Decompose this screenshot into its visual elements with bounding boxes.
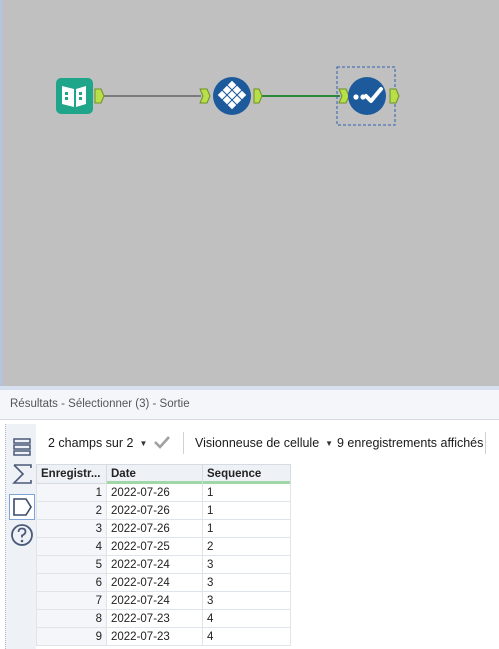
input-data-tool[interactable] xyxy=(56,78,105,114)
table-row[interactable]: 2 2022-07-26 1 xyxy=(36,501,291,520)
output-anchor[interactable] xyxy=(389,88,400,104)
record-number: 3 xyxy=(36,519,107,538)
record-number: 8 xyxy=(36,609,107,628)
select-tool[interactable] xyxy=(336,66,400,126)
date-cell[interactable]: 2022-07-26 xyxy=(106,519,203,538)
date-cell[interactable]: 2022-07-23 xyxy=(106,609,203,628)
multi-row-formula-tool[interactable] xyxy=(199,77,263,115)
date-cell[interactable]: 2022-07-26 xyxy=(106,501,203,520)
sequence-cell[interactable]: 3 xyxy=(202,555,291,574)
fields-selector[interactable]: 2 champs sur 2 ▼ xyxy=(48,436,147,450)
workflow-diagram xyxy=(56,66,400,126)
toolbar-divider xyxy=(183,432,184,454)
record-number: 7 xyxy=(36,591,107,610)
chevron-down-icon: ▼ xyxy=(139,439,148,449)
input-anchor[interactable] xyxy=(338,88,350,104)
results-toolbar: 2 champs sur 2 ▼ Visionneuse de cellule ▼ … xyxy=(36,428,499,458)
column-header-sequence[interactable]: Sequence xyxy=(202,464,291,485)
column-header-record[interactable]: Enregistr... xyxy=(36,464,107,484)
results-table: Enregistr... Date Sequence 1 2022-07-26 1 … xyxy=(36,464,291,646)
column-header-date[interactable]: Date xyxy=(106,464,203,485)
viewer-label: Visionneuse de cellule xyxy=(195,436,320,450)
table-header-row: Enregistr... Date Sequence xyxy=(36,464,291,485)
input-anchor[interactable] xyxy=(199,88,211,104)
output-anchor[interactable] xyxy=(253,88,263,104)
sequence-cell[interactable]: 2 xyxy=(202,537,291,556)
output-anchor[interactable] xyxy=(94,88,105,104)
date-cell[interactable]: 2022-07-23 xyxy=(106,627,203,646)
table-row[interactable]: 6 2022-07-24 3 xyxy=(36,573,291,592)
workflow-canvas[interactable] xyxy=(0,0,499,386)
sequence-cell[interactable]: 4 xyxy=(202,609,291,628)
date-cell[interactable]: 2022-07-26 xyxy=(106,483,203,502)
record-number: 2 xyxy=(36,501,107,520)
sequence-cell[interactable]: 1 xyxy=(202,501,291,520)
table-row[interactable]: 3 2022-07-26 1 xyxy=(36,519,291,538)
sequence-cell[interactable]: 4 xyxy=(202,627,291,646)
sequence-cell[interactable]: 1 xyxy=(202,483,291,502)
records-count: 9 enregistrements affichés xyxy=(337,436,484,450)
table-row[interactable]: 9 2022-07-23 4 xyxy=(36,627,291,646)
results-panel-header: Résultats - Sélectionner (3) - Sortie xyxy=(0,390,499,420)
record-number: 6 xyxy=(36,573,107,592)
record-number: 4 xyxy=(36,537,107,556)
fields-label: 2 champs sur 2 xyxy=(48,436,134,450)
sequence-cell[interactable]: 1 xyxy=(202,519,291,538)
date-cell[interactable]: 2022-07-24 xyxy=(106,555,203,574)
record-number: 1 xyxy=(36,483,107,502)
chevron-down-icon: ▼ xyxy=(325,439,334,449)
results-sidebar xyxy=(5,424,36,649)
table-row[interactable]: 7 2022-07-24 3 xyxy=(36,591,291,610)
table-row[interactable]: 1 2022-07-26 1 xyxy=(36,483,291,502)
tag-icon[interactable] xyxy=(9,494,35,520)
date-cell[interactable]: 2022-07-24 xyxy=(106,591,203,610)
help-icon[interactable] xyxy=(9,522,35,548)
panel-title: Résultats - Sélectionner (3) - Sortie xyxy=(10,398,190,410)
table-icon[interactable] xyxy=(9,434,35,460)
toolbar-divider xyxy=(485,432,486,454)
date-cell[interactable]: 2022-07-24 xyxy=(106,573,203,592)
table-row[interactable]: 4 2022-07-25 2 xyxy=(36,537,291,556)
date-cell[interactable]: 2022-07-25 xyxy=(106,537,203,556)
cell-viewer-dropdown[interactable]: Visionneuse de cellule ▼ xyxy=(195,436,333,450)
record-number: 9 xyxy=(36,627,107,646)
sigma-icon[interactable] xyxy=(9,461,35,487)
sequence-cell[interactable]: 3 xyxy=(202,591,291,610)
table-row[interactable]: 5 2022-07-24 3 xyxy=(36,555,291,574)
record-number: 5 xyxy=(36,555,107,574)
book-icon xyxy=(62,86,86,107)
apply-check-icon[interactable] xyxy=(152,432,172,455)
sequence-cell[interactable]: 3 xyxy=(202,573,291,592)
table-row[interactable]: 8 2022-07-23 4 xyxy=(36,609,291,628)
